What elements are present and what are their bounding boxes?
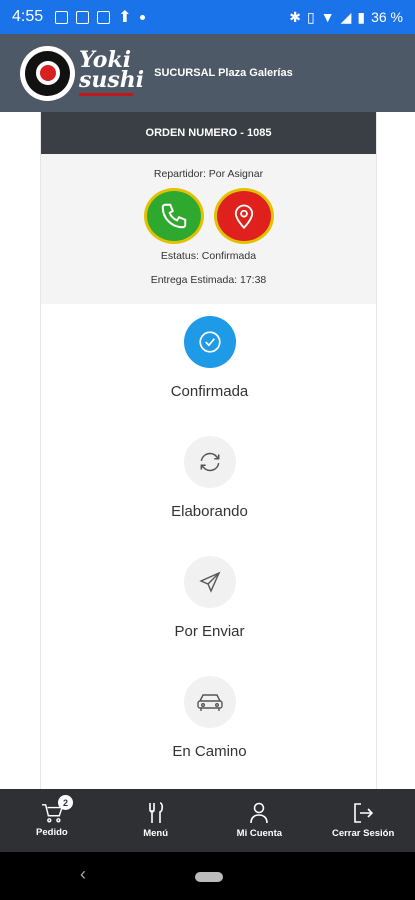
bluetooth-icon: ✱ — [289, 8, 301, 25]
send-icon — [183, 556, 236, 608]
upload-icon: ⬆ — [118, 9, 132, 26]
order-number-bar: ORDEN NUMERO - 1085 — [41, 112, 376, 154]
battery-percent: 36 % — [371, 9, 403, 25]
system-navigation: ‹ — [0, 852, 415, 900]
step-en-camino: En Camino — [41, 676, 378, 760]
bottom-navigation: 2 Pedido Menú Mi Cuenta Cerrar Sesión — [0, 789, 415, 852]
vibrate-icon: ▯ — [307, 8, 315, 25]
facebook-icon — [97, 10, 111, 24]
nav-label: Cerrar Sesión — [331, 828, 395, 839]
battery-icon: ▮ — [357, 8, 366, 25]
status-bar: 4:55 ⬆ ✱ ▯ ▼ ◢ ▮ 36 % — [0, 0, 415, 34]
nav-cerrar-sesion[interactable]: Cerrar Sesión — [311, 789, 415, 852]
image-icon — [55, 10, 69, 24]
estimated-delivery: Entrega Estimada: 17:38 — [150, 274, 267, 286]
phone-icon — [161, 203, 186, 229]
nav-menu[interactable]: Menú — [104, 789, 208, 852]
signal-icon: ◢ — [340, 8, 352, 25]
logo-wordmark: Yoki sushi — [79, 49, 144, 96]
step-label: En Camino — [172, 743, 247, 760]
branch-name: SUCURSAL Plaza Galerías — [154, 67, 293, 79]
step-elaborando: Elaborando — [41, 436, 378, 520]
app-header: Yoki sushi SUCURSAL Plaza Galerías — [0, 34, 415, 112]
step-label: Elaborando — [171, 503, 248, 520]
nav-pedido[interactable]: 2 Pedido — [0, 789, 104, 852]
back-icon[interactable]: ‹ — [80, 864, 86, 885]
call-button[interactable] — [143, 188, 204, 244]
step-confirmada: Confirmada — [41, 316, 378, 400]
calendar-icon — [76, 10, 90, 24]
step-label: Por Enviar — [174, 623, 245, 640]
order-card: ORDEN NUMERO - 1085 Repartidor: Por Asig… — [40, 112, 377, 792]
order-info: Repartidor: Por Asignar Estatus: Confirm… — [41, 154, 376, 304]
courier-label: Repartidor: Por Asignar — [153, 168, 264, 180]
map-button[interactable] — [213, 188, 274, 244]
system-icons: ✱ ▯ ▼ ◢ ▮ 36 % — [289, 9, 403, 26]
notification-icons: ⬆ — [55, 7, 145, 27]
brand-logo[interactable]: Yoki sushi — [20, 45, 144, 101]
check-icon — [183, 316, 236, 368]
step-por-enviar: Por Enviar — [41, 556, 378, 640]
utensils-icon — [148, 802, 163, 823]
status-time: 4:55 — [12, 8, 44, 25]
car-icon — [183, 676, 236, 728]
logout-icon — [354, 803, 374, 823]
step-label: Confirmada — [170, 383, 249, 400]
nav-label: Menú — [143, 828, 169, 839]
user-icon — [250, 802, 269, 824]
nav-mi-cuenta[interactable]: Mi Cuenta — [208, 789, 312, 852]
refresh-icon — [183, 436, 236, 488]
order-actions — [143, 188, 274, 244]
cart-badge: 2 — [58, 795, 73, 810]
order-status: Estatus: Confirmada — [160, 250, 257, 262]
wifi-icon: ▼ — [320, 9, 335, 25]
map-pin-icon — [234, 204, 253, 229]
more-dot-icon — [139, 14, 145, 20]
logo-emblem — [20, 45, 75, 101]
nav-label: Pedido — [36, 827, 68, 838]
nav-label: Mi Cuenta — [236, 828, 283, 839]
home-pill-icon[interactable] — [195, 872, 223, 882]
